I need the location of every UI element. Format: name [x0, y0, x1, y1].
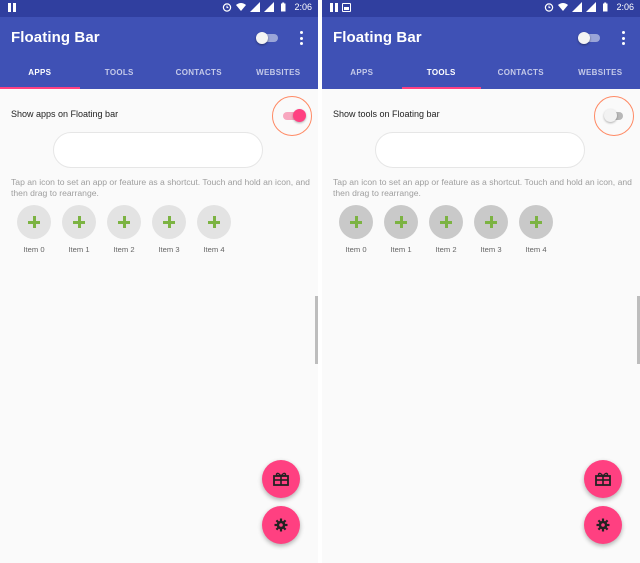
- instructions-text: Tap an icon to set an app or feature as …: [333, 177, 632, 198]
- add-shortcut-button[interactable]: [197, 205, 231, 239]
- item-label: Item 4: [525, 245, 547, 254]
- floating-bar-preview: [375, 132, 585, 168]
- overflow-menu-icon[interactable]: [300, 31, 304, 45]
- signal-icon: [586, 2, 597, 12]
- screenshot-stage: 2:06 Floating Bar APPS TOOLS CONTACTS WE…: [0, 0, 640, 563]
- shortcut-item[interactable]: Item 0: [339, 205, 373, 254]
- plus-icon: [440, 216, 452, 228]
- shortcut-items: Item 0 Item 1 Item 2 Item 3 Item 4: [339, 205, 553, 254]
- scrollbar[interactable]: [315, 296, 318, 364]
- item-label: Item 3: [480, 245, 502, 254]
- plus-icon: [395, 216, 407, 228]
- tab-contacts[interactable]: CONTACTS: [481, 59, 561, 89]
- shortcut-item[interactable]: Item 2: [429, 205, 463, 254]
- app-title: Floating Bar: [11, 29, 100, 46]
- shortcut-item[interactable]: Item 0: [17, 205, 51, 254]
- shortcut-item[interactable]: Item 4: [519, 205, 553, 254]
- gift-icon: [595, 472, 611, 486]
- app-title: Floating Bar: [333, 29, 422, 46]
- signal-icon: [572, 2, 583, 12]
- shortcut-item[interactable]: Item 3: [474, 205, 508, 254]
- floating-bar-preview: [53, 132, 263, 168]
- pause-icon: [8, 3, 16, 12]
- tab-tools[interactable]: TOOLS: [80, 59, 160, 89]
- overflow-menu-icon[interactable]: [622, 31, 626, 45]
- tab-apps[interactable]: APPS: [0, 59, 80, 89]
- gear-icon: [596, 518, 610, 532]
- shortcut-item[interactable]: Item 2: [107, 205, 141, 254]
- plus-icon: [208, 216, 220, 228]
- tab-tools[interactable]: TOOLS: [401, 59, 482, 89]
- item-label: Item 1: [390, 245, 412, 254]
- app-toolbar: Floating Bar: [0, 17, 318, 59]
- add-shortcut-button[interactable]: [429, 205, 463, 239]
- shortcut-item[interactable]: Item 4: [197, 205, 231, 254]
- settings-fab-button[interactable]: [584, 506, 622, 544]
- tab-content: Show tools on Floating bar Tap an icon t…: [322, 89, 640, 563]
- add-shortcut-button[interactable]: [339, 205, 373, 239]
- tab-content: Show apps on Floating bar Tap an icon to…: [0, 89, 318, 563]
- tab-websites[interactable]: WEBSITES: [239, 59, 319, 89]
- alarm-icon: [223, 3, 232, 12]
- gear-icon: [274, 518, 288, 532]
- add-shortcut-button[interactable]: [384, 205, 418, 239]
- add-shortcut-button[interactable]: [17, 205, 51, 239]
- item-label: Item 0: [23, 245, 45, 254]
- plus-icon: [28, 216, 40, 228]
- tab-bar: APPS TOOLS CONTACTS WEBSITES: [322, 59, 640, 89]
- wifi-icon: [558, 3, 569, 11]
- item-label: Item 1: [68, 245, 90, 254]
- phone-screen-apps: 2:06 Floating Bar APPS TOOLS CONTACTS WE…: [0, 0, 318, 563]
- gift-fab-button[interactable]: [584, 460, 622, 498]
- tab-contacts[interactable]: CONTACTS: [159, 59, 239, 89]
- alarm-icon: [545, 3, 554, 12]
- add-shortcut-button[interactable]: [474, 205, 508, 239]
- show-on-bar-switch[interactable]: [594, 96, 634, 136]
- add-shortcut-button[interactable]: [62, 205, 96, 239]
- plus-icon: [350, 216, 362, 228]
- toolbar-switch[interactable]: [578, 32, 600, 44]
- settings-fab-button[interactable]: [262, 506, 300, 544]
- show-toggle-label: Show tools on Floating bar: [333, 109, 440, 119]
- shortcut-item[interactable]: Item 1: [62, 205, 96, 254]
- show-on-bar-switch[interactable]: [272, 96, 312, 136]
- signal-icon: [250, 2, 261, 12]
- signal-icon: [264, 2, 275, 12]
- item-label: Item 0: [345, 245, 367, 254]
- item-label: Item 2: [113, 245, 135, 254]
- image-notification-icon: [342, 3, 351, 12]
- plus-icon: [118, 216, 130, 228]
- battery-icon: [281, 2, 286, 12]
- shortcut-item[interactable]: Item 1: [384, 205, 418, 254]
- shortcut-item[interactable]: Item 3: [152, 205, 186, 254]
- status-time: 2:06: [294, 2, 312, 12]
- item-label: Item 3: [158, 245, 180, 254]
- item-label: Item 4: [203, 245, 225, 254]
- status-bar: 2:06: [0, 0, 318, 17]
- app-toolbar: Floating Bar: [322, 17, 640, 59]
- show-toggle-label: Show apps on Floating bar: [11, 109, 119, 119]
- add-shortcut-button[interactable]: [107, 205, 141, 239]
- tab-apps[interactable]: APPS: [322, 59, 402, 89]
- phone-screen-tools: 2:06 Floating Bar APPS TOOLS CONTACTS WE…: [322, 0, 640, 563]
- plus-icon: [530, 216, 542, 228]
- tab-bar: APPS TOOLS CONTACTS WEBSITES: [0, 59, 318, 89]
- plus-icon: [73, 216, 85, 228]
- add-shortcut-button[interactable]: [519, 205, 553, 239]
- instructions-text: Tap an icon to set an app or feature as …: [11, 177, 310, 198]
- gift-fab-button[interactable]: [262, 460, 300, 498]
- tab-websites[interactable]: WEBSITES: [561, 59, 640, 89]
- status-time: 2:06: [616, 2, 634, 12]
- add-shortcut-button[interactable]: [152, 205, 186, 239]
- status-bar: 2:06: [322, 0, 640, 17]
- plus-icon: [485, 216, 497, 228]
- plus-icon: [163, 216, 175, 228]
- toolbar-switch[interactable]: [256, 32, 278, 44]
- shortcut-items: Item 0 Item 1 Item 2 Item 3 Item 4: [17, 205, 231, 254]
- wifi-icon: [236, 3, 247, 11]
- pause-icon: [330, 3, 338, 12]
- gift-icon: [273, 472, 289, 486]
- item-label: Item 2: [435, 245, 457, 254]
- battery-icon: [603, 2, 608, 12]
